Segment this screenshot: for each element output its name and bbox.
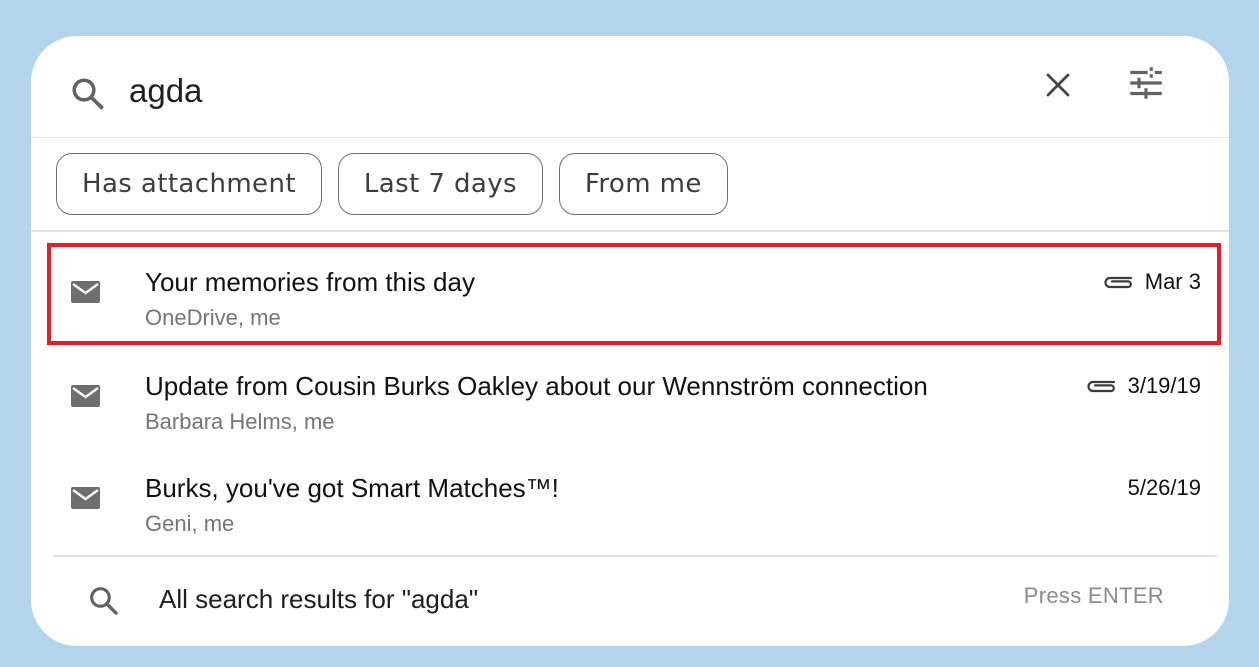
tune-icon[interactable] <box>1125 62 1167 104</box>
result-date: 5/26/19 <box>1127 475 1201 500</box>
result-subject: Burks, you've got Smart Matches™! <box>145 473 559 503</box>
search-result-row[interactable]: Burks, you've got Smart Matches™! Geni, … <box>47 449 1221 551</box>
result-senders: Geni, me <box>145 511 235 536</box>
result-date: Mar 3 <box>1144 269 1201 294</box>
result-subject: Your memories from this day <box>145 267 475 297</box>
result-meta: 3/19/19 <box>1084 373 1201 399</box>
chip-last-7-days[interactable]: Last 7 days <box>337 153 543 215</box>
search-result-row[interactable]: Update from Cousin Burks Oakley about ou… <box>47 347 1221 449</box>
filter-chips: Has attachment Last 7 days From me <box>56 153 728 215</box>
result-meta: 5/26/19 <box>1128 475 1201 501</box>
close-icon <box>1046 73 1070 97</box>
attachment-icon <box>1087 380 1115 393</box>
press-enter-hint: Press ENTER <box>1023 583 1164 608</box>
result-subject: Update from Cousin Burks Oakley about ou… <box>145 371 928 401</box>
chip-has-attachment[interactable]: Has attachment <box>56 153 322 215</box>
search-icon <box>90 587 118 615</box>
all-search-results-row[interactable]: All search results for "agda" Press ENTE… <box>31 556 1229 646</box>
result-senders: OneDrive, me <box>145 305 281 330</box>
search-icon <box>72 78 104 110</box>
result-senders: Barbara Helms, me <box>145 409 335 434</box>
mail-icon <box>71 281 100 303</box>
divider <box>31 230 1229 232</box>
result-date: 3/19/19 <box>1127 373 1201 398</box>
mail-icon <box>71 487 100 509</box>
search-input[interactable] <box>129 72 729 110</box>
chip-from-me[interactable]: From me <box>558 153 728 215</box>
mail-icon <box>71 385 100 407</box>
search-dropdown-panel: Has attachment Last 7 days From me Your … <box>31 36 1229 646</box>
all-results-label: All search results for "agda" <box>159 584 479 614</box>
result-meta: Mar 3 <box>1101 269 1201 295</box>
attachment-icon <box>1104 276 1132 289</box>
clear-search-button[interactable] <box>1039 66 1077 104</box>
search-bar <box>31 36 1229 138</box>
search-result-row[interactable]: Your memories from this day OneDrive, me… <box>47 243 1221 345</box>
